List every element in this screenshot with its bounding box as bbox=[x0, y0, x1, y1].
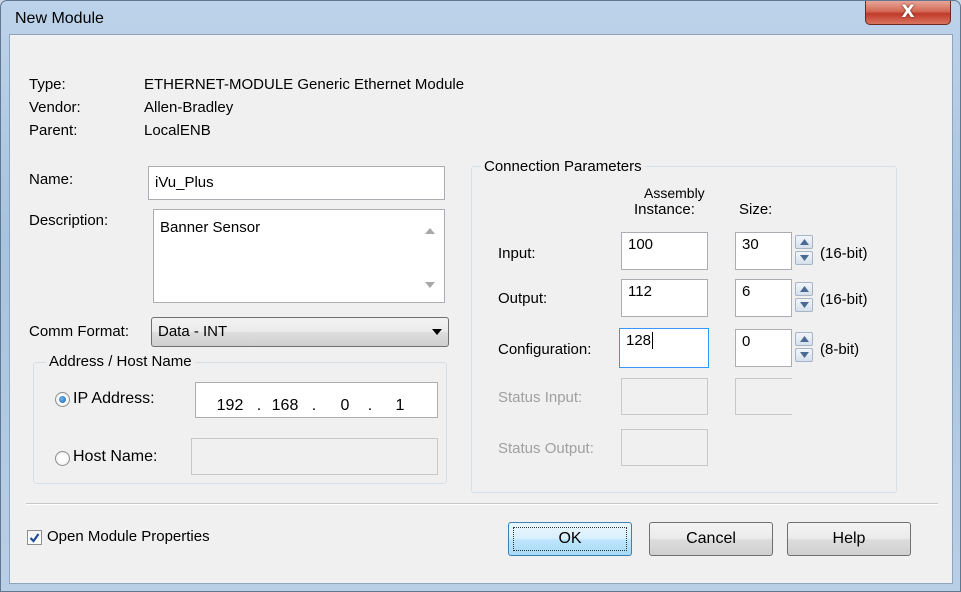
assembly-header-1: Assembly bbox=[644, 185, 705, 201]
vendor-value: Allen-Bradley bbox=[144, 99, 234, 116]
parent-label: Parent: bbox=[29, 122, 78, 139]
spin-up-icon[interactable] bbox=[795, 332, 813, 346]
configuration-unit: (8-bit) bbox=[820, 341, 860, 358]
spin-down-icon[interactable] bbox=[795, 251, 813, 265]
configuration-instance-field[interactable]: 128 bbox=[619, 328, 709, 368]
comm-format-select[interactable]: Data - INT bbox=[151, 317, 449, 347]
close-button[interactable]: X bbox=[865, 1, 951, 25]
host-name-field[interactable] bbox=[191, 438, 438, 475]
input-size-field[interactable]: 30 bbox=[735, 232, 792, 270]
output-size-field[interactable]: 6 bbox=[735, 279, 792, 317]
type-label: Type: bbox=[29, 76, 66, 93]
title-bar[interactable]: New Module X bbox=[1, 1, 960, 35]
ip-address-radio[interactable] bbox=[55, 392, 70, 407]
configuration-size-field[interactable]: 0 bbox=[735, 329, 792, 367]
input-label: Input: bbox=[498, 245, 536, 262]
checkmark-icon bbox=[29, 533, 40, 543]
ip-dot-1: . bbox=[256, 397, 262, 414]
scroll-up-icon[interactable] bbox=[425, 228, 435, 234]
status-input-size-field[interactable] bbox=[735, 378, 792, 415]
spin-up-icon[interactable] bbox=[795, 282, 813, 296]
new-module-dialog: New Module X Type: ETHERNET-MODULE Gener… bbox=[0, 0, 961, 592]
description-text: Banner Sensor bbox=[160, 219, 261, 236]
ip-octet-4: 1 bbox=[395, 397, 405, 414]
close-icon: X bbox=[901, 2, 915, 22]
ip-dot-2: . bbox=[311, 397, 317, 414]
input-instance-field[interactable]: 100 bbox=[621, 232, 708, 270]
status-output-instance-field[interactable] bbox=[621, 429, 708, 466]
status-input-label: Status Input: bbox=[498, 389, 583, 406]
connection-group-label: Connection Parameters bbox=[481, 158, 645, 175]
host-name-label: Host Name: bbox=[73, 448, 158, 465]
ip-dot-3: . bbox=[367, 397, 373, 414]
parent-value: LocalENB bbox=[144, 122, 211, 139]
status-output-label: Status Output: bbox=[498, 440, 594, 457]
ip-address-field[interactable]: 192 . 168 . 0 . 1 bbox=[195, 382, 438, 418]
spin-down-icon[interactable] bbox=[795, 298, 813, 312]
input-unit: (16-bit) bbox=[820, 245, 868, 262]
text-cursor bbox=[652, 332, 654, 349]
name-label: Name: bbox=[29, 171, 74, 188]
spin-down-icon[interactable] bbox=[795, 348, 813, 362]
ip-address-label: IP Address: bbox=[73, 390, 155, 407]
dialog-body: Type: ETHERNET-MODULE Generic Ethernet M… bbox=[9, 34, 953, 584]
input-size-spinner[interactable] bbox=[795, 235, 813, 265]
footer-divider bbox=[26, 503, 938, 505]
configuration-label: Configuration: bbox=[498, 341, 592, 358]
open-module-properties-label: Open Module Properties bbox=[47, 528, 210, 545]
cancel-button[interactable]: Cancel bbox=[649, 522, 773, 556]
description-field[interactable]: Banner Sensor bbox=[153, 209, 445, 303]
scroll-down-icon[interactable] bbox=[425, 282, 435, 288]
comm-format-label: Comm Format: bbox=[29, 323, 130, 340]
output-instance-field[interactable]: 112 bbox=[621, 279, 708, 317]
description-label: Description: bbox=[29, 212, 109, 229]
configuration-instance-value: 128 bbox=[626, 332, 652, 349]
output-unit: (16-bit) bbox=[820, 291, 868, 308]
comm-format-value: Data - INT bbox=[158, 323, 228, 340]
output-size-spinner[interactable] bbox=[795, 282, 813, 312]
help-button[interactable]: Help bbox=[787, 522, 911, 556]
chevron-down-icon bbox=[432, 329, 442, 335]
address-group-label: Address / Host Name bbox=[46, 353, 195, 370]
type-value: ETHERNET-MODULE Generic Ethernet Module bbox=[144, 76, 465, 93]
open-module-properties-checkbox[interactable] bbox=[27, 530, 42, 545]
vendor-label: Vendor: bbox=[29, 99, 81, 116]
size-header: Size: bbox=[739, 201, 773, 218]
ip-octet-3: 0 bbox=[340, 397, 350, 414]
status-input-instance-field[interactable] bbox=[621, 378, 708, 415]
spin-up-icon[interactable] bbox=[795, 235, 813, 249]
assembly-header-2: Instance: bbox=[634, 201, 695, 218]
window-title: New Module bbox=[15, 10, 104, 27]
host-name-radio[interactable] bbox=[55, 451, 70, 466]
name-field[interactable]: iVu_Plus bbox=[148, 166, 445, 200]
ip-octet-2: 168 bbox=[271, 397, 299, 414]
configuration-size-spinner[interactable] bbox=[795, 332, 813, 362]
output-label: Output: bbox=[498, 290, 548, 307]
ok-button[interactable]: OK bbox=[508, 522, 632, 556]
ip-octet-1: 192 bbox=[216, 397, 244, 414]
